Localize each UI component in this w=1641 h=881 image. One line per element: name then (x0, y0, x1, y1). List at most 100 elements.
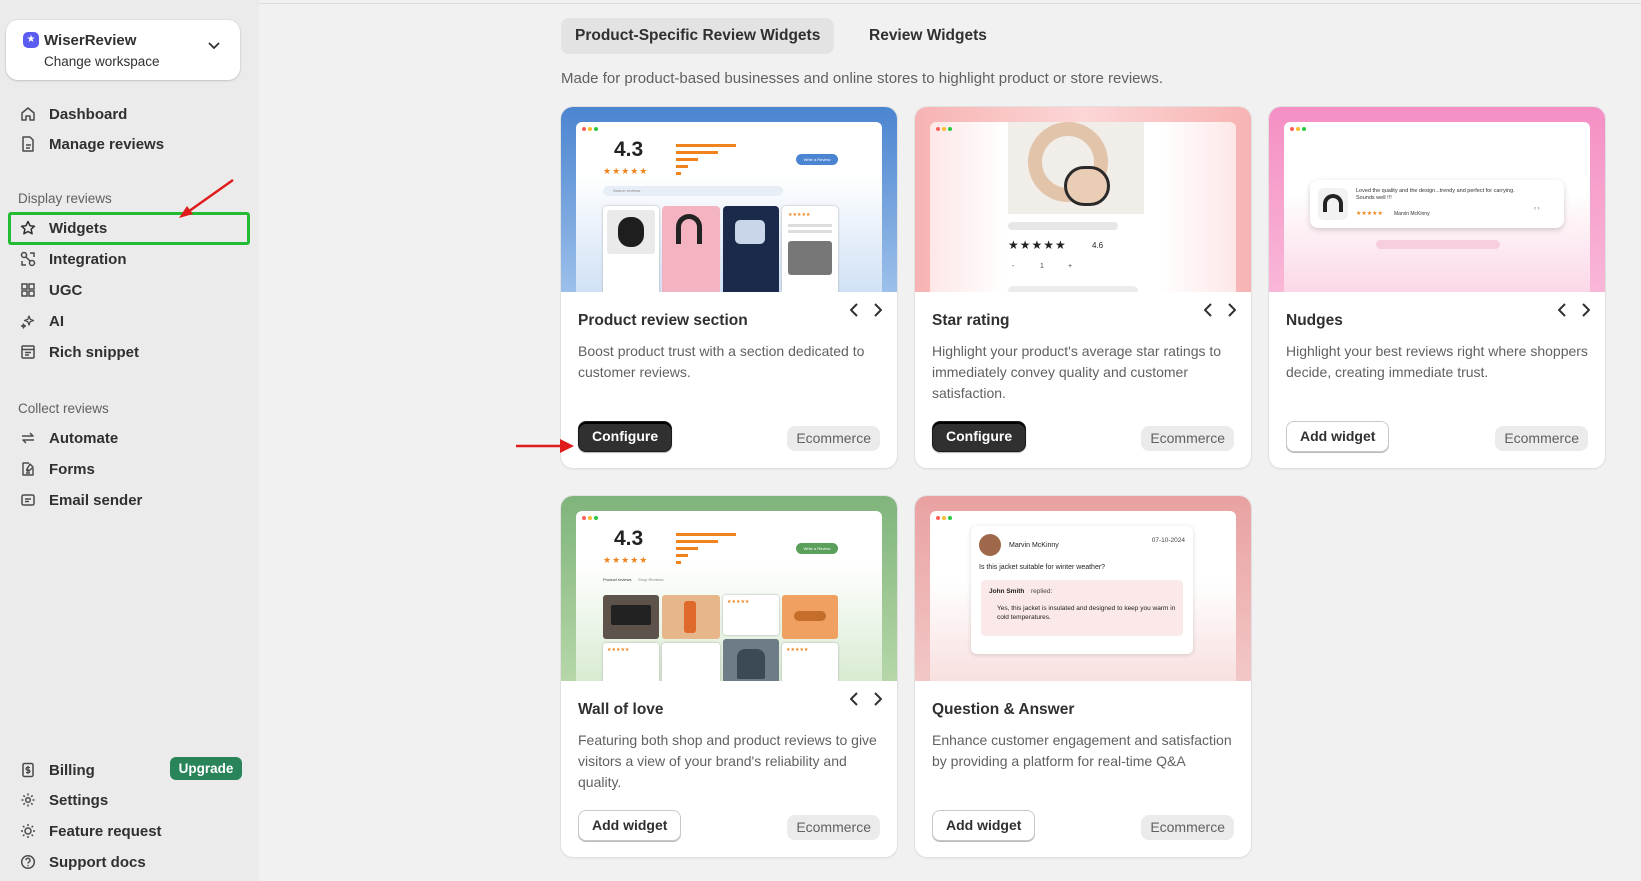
add-widget-button[interactable]: Add widget (1286, 421, 1390, 452)
configure-button[interactable]: Configure (932, 421, 1027, 452)
preview-nudge-arrows: ‹ › (1534, 206, 1540, 212)
preview-write-review-button: Write a Review (796, 543, 838, 554)
sidebar-item-label: Feature request (49, 822, 162, 840)
widget-card-star-rating: ★★★★★ 4.6 - 1 + Star rating Highlight yo… (915, 107, 1251, 468)
window-dots (582, 516, 598, 520)
carousel-arrows (1555, 301, 1593, 319)
chevron-left-icon[interactable] (1555, 301, 1569, 319)
preview-title-placeholder (1008, 222, 1118, 230)
widget-card-wall-of-love: 4.3 ★★★★★ Write a Review Product reviews… (561, 496, 897, 857)
bar-2 (676, 165, 688, 168)
preview-stars: ★★★★★ (603, 555, 649, 565)
sidebar-item-email-sender[interactable]: Email sender (18, 487, 142, 513)
sparkle-icon (18, 311, 38, 331)
category-tag: Ecommerce (787, 815, 880, 840)
preview-star-rating: ★★★★★ 4.6 - 1 + (915, 107, 1251, 292)
chevron-left-icon[interactable] (1201, 301, 1215, 319)
bar-5 (676, 533, 736, 536)
sidebar-item-automate[interactable]: Automate (18, 425, 118, 451)
document-icon (18, 134, 38, 154)
card-title: Nudges (1286, 312, 1343, 329)
preview-item (603, 595, 659, 639)
add-widget-button[interactable]: Add widget (578, 810, 682, 841)
workspace-switcher[interactable]: ★ WiserReview Change workspace (6, 20, 240, 80)
category-tag: Ecommerce (1495, 426, 1588, 451)
chevron-right-icon[interactable] (1579, 301, 1593, 319)
chevron-right-icon[interactable] (871, 690, 885, 708)
preview-tab-product: Product reviews (603, 577, 632, 582)
configure-button[interactable]: Configure (578, 421, 673, 452)
carousel-arrows (847, 690, 885, 708)
bar-4 (676, 151, 718, 154)
chevron-right-icon[interactable] (1225, 301, 1239, 319)
sidebar-item-rich-snippet[interactable]: Rich snippet (18, 339, 139, 365)
preview-item (662, 206, 720, 292)
sidebar-item-label: AI (49, 312, 64, 330)
sidebar-item-widgets[interactable]: Widgets (18, 215, 107, 241)
carousel-arrows (1201, 301, 1239, 319)
category-tag: Ecommerce (787, 426, 880, 451)
home-icon (18, 104, 38, 124)
grid-icon (18, 280, 38, 300)
chevron-right-icon[interactable] (871, 301, 885, 319)
tab-product-specific[interactable]: Product-Specific Review Widgets (561, 18, 835, 54)
snippet-icon (18, 342, 38, 362)
sidebar-item-dashboard[interactable]: Dashboard (18, 101, 127, 127)
star-icon (18, 218, 38, 238)
preview-rating: 4.3 (614, 138, 644, 161)
annotation-arrow-configure (516, 439, 574, 453)
carousel-arrows (847, 301, 885, 319)
upgrade-badge[interactable]: Upgrade (170, 757, 242, 780)
preview-window: 4.3 ★★★★★ Write a Review Search reviews … (576, 122, 882, 292)
preview-item: ★★★★★ (782, 643, 838, 681)
section-heading-collect: Collect reviews (18, 401, 109, 416)
preview-star-value: 4.6 (1092, 241, 1104, 250)
workspace-logo-icon: ★ (23, 32, 39, 48)
card-description: Highlight your best reviews right where … (1286, 343, 1588, 380)
sidebar-item-label: UGC (49, 281, 83, 299)
sidebar-item-ai[interactable]: AI (18, 308, 64, 334)
sidebar-item-label: Automate (49, 429, 119, 447)
bar-5 (676, 144, 736, 147)
form-icon (18, 459, 38, 479)
preview-item (723, 639, 779, 681)
section-heading-display: Display reviews (18, 191, 112, 206)
preview-avatar (979, 534, 1001, 556)
preview-product-image (1008, 122, 1144, 214)
card-title: Star rating (932, 312, 1010, 329)
card-title: Question & Answer (932, 701, 1075, 718)
add-widget-button[interactable]: Add widget (932, 810, 1036, 841)
sidebar-item-forms[interactable]: Forms (18, 456, 95, 482)
bar-4 (676, 540, 718, 543)
preview-window: Loved the quality and the design...trend… (1284, 122, 1590, 292)
preview-headphones-image (1318, 188, 1348, 220)
preview-button-placeholder (1008, 286, 1138, 292)
preview-item (662, 595, 720, 639)
preview-product-review: 4.3 ★★★★★ Write a Review Search reviews … (561, 107, 897, 292)
bar-1 (676, 561, 681, 564)
widget-card-nudges: Loved the quality and the design...trend… (1269, 107, 1605, 468)
sidebar-item-billing[interactable]: Billing (18, 757, 95, 783)
sidebar-item-settings[interactable]: Settings (18, 787, 108, 813)
card-description: Featuring both shop and product reviews … (578, 732, 877, 790)
card-description: Highlight your product's average star ra… (932, 343, 1222, 401)
sidebar-item-manage-reviews[interactable]: Manage reviews (18, 131, 164, 157)
preview-stars: ★★★★★ (1356, 211, 1383, 217)
card-title: Product review section (578, 312, 748, 329)
preview-qa-author: Marvin McKinny (1009, 542, 1059, 549)
page-description: Made for product-based businesses and on… (561, 70, 1163, 87)
window-dots (582, 127, 598, 131)
sidebar-item-support-docs[interactable]: Support docs (18, 849, 146, 875)
tab-review-widgets[interactable]: Review Widgets (855, 18, 1001, 54)
sidebar: ★ WiserReview Change workspace Dashboard… (0, 0, 259, 881)
category-tag: Ecommerce (1141, 815, 1234, 840)
preview-search: Search reviews (603, 186, 783, 196)
sidebar-item-feature-request[interactable]: Feature request (18, 818, 162, 844)
sidebar-item-label: Forms (49, 460, 95, 478)
preview-qa-card: Marvin McKinny 07-10-2024 Is this jacket… (971, 526, 1193, 654)
sidebar-item-ugc[interactable]: UGC (18, 277, 82, 303)
preview-window: Marvin McKinny 07-10-2024 Is this jacket… (930, 511, 1236, 681)
chevron-left-icon[interactable] (847, 690, 861, 708)
chevron-left-icon[interactable] (847, 301, 861, 319)
sidebar-item-integration[interactable]: Integration (18, 246, 127, 272)
